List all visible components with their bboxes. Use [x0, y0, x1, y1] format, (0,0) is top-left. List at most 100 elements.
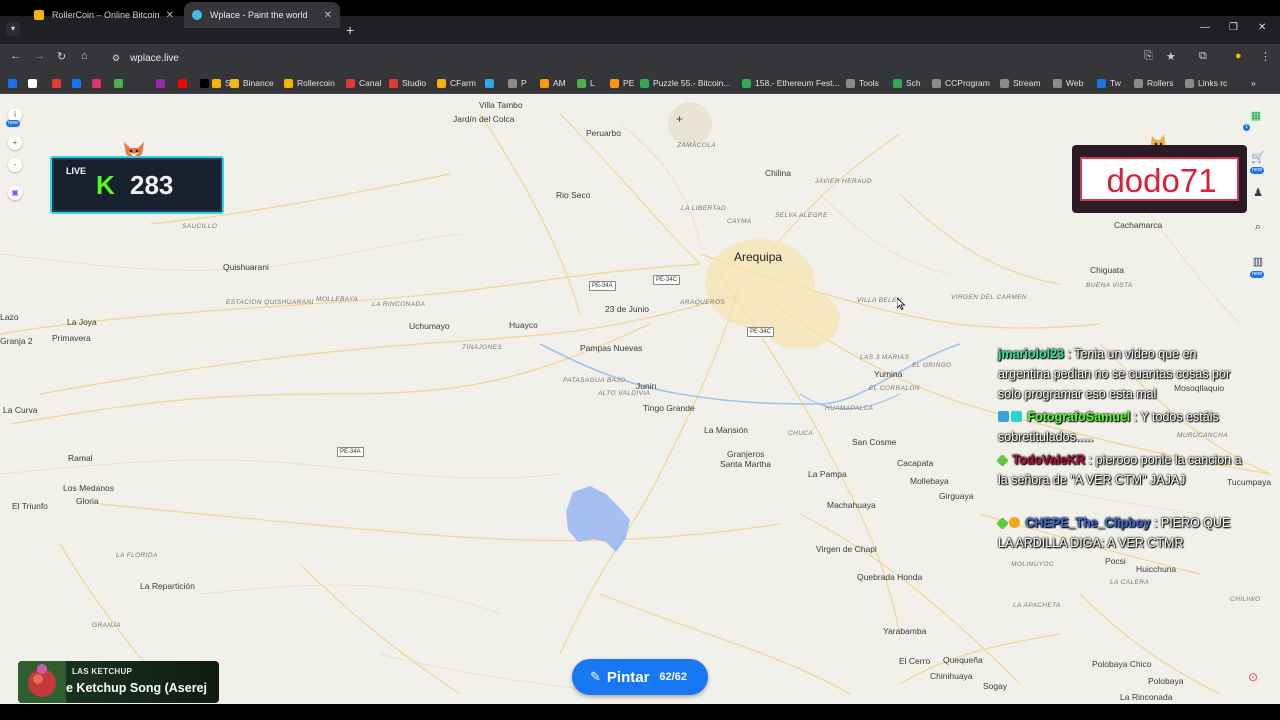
bookmark-item[interactable]: Tw	[1097, 75, 1121, 91]
bookmark-item[interactable]: Binance	[230, 75, 274, 91]
extensions-icon[interactable]: ⧉	[1199, 50, 1207, 63]
bookmark-item[interactable]: Sch	[893, 75, 921, 91]
bookmark-item[interactable]	[178, 75, 191, 91]
place-label: Gloria	[76, 496, 99, 506]
place-label: Polobaya	[1148, 676, 1184, 686]
forward-icon[interactable]: →	[34, 50, 45, 62]
bookmark-item[interactable]: Puzzle 55.- Bitcoin...	[640, 75, 730, 91]
tab-search-icon[interactable]: ▾	[6, 22, 20, 36]
site-info-icon[interactable]: ⚙	[112, 53, 120, 64]
address-bar[interactable]: ⚙ wplace.live	[104, 48, 1188, 68]
viewer-count: 283	[130, 170, 174, 200]
place-label: 23 de Junio	[605, 304, 649, 314]
twitch-icon[interactable]: ▣	[8, 186, 22, 200]
bookmark-item[interactable]: P	[508, 75, 527, 91]
bookmark-item[interactable]: AM	[540, 75, 566, 91]
tab-wplace[interactable]: Wplace - Paint the world ✕	[184, 2, 340, 28]
bookmark-favicon-icon	[8, 78, 17, 88]
place-label: Huicchuna	[1136, 564, 1177, 574]
place-label: Girguaya	[939, 491, 974, 501]
place-label: Rio Seco	[556, 190, 591, 200]
place-label: TINAJONES	[462, 344, 503, 351]
bookmark-item[interactable]: S	[212, 75, 231, 91]
bookmark-favicon-icon	[389, 78, 398, 88]
place-label: Tingo Grande	[643, 403, 695, 413]
place-label: LA RINCONADA	[372, 301, 426, 308]
chat-badge-icon	[998, 411, 1009, 422]
place-label: JAVIER HERAUD	[815, 178, 872, 185]
bookmark-favicon-icon	[742, 78, 751, 88]
bookmark-item[interactable]: Studio	[389, 75, 426, 91]
bookmark-item[interactable]: L	[577, 75, 595, 91]
shop-cart-icon[interactable]: 🛒	[1250, 150, 1266, 166]
bookmark-label: Puzzle 55.- Bitcoin...	[653, 78, 731, 88]
tab-rollercoin[interactable]: RollerCoin – Online Bitcoin Mining ✕	[26, 2, 182, 28]
chat-username: jmariolol23	[998, 347, 1064, 361]
profile-icon[interactable]: ●	[1235, 50, 1242, 62]
place-label: LA APACHETA	[1013, 602, 1061, 609]
bookmark-item[interactable]: Rollers	[1134, 75, 1173, 91]
bookmark-item[interactable]: Canal	[346, 75, 381, 91]
bookmark-label: CFarm	[450, 78, 476, 88]
crosshair-icon: +	[676, 112, 684, 126]
paint-button[interactable]: ✎ Pintar 62/62	[572, 659, 708, 695]
place-label: Cacapata	[897, 458, 934, 468]
zoom-in-button[interactable]: +	[8, 136, 22, 150]
place-label: Chiguata	[1090, 265, 1125, 275]
maximize-button[interactable]: ❐	[1229, 22, 1238, 33]
close-window-button[interactable]: ✕	[1258, 22, 1266, 33]
place-label: VILLA BELEN	[857, 297, 902, 304]
bookmark-item[interactable]: CCProgram	[932, 75, 990, 91]
bookmark-item[interactable]: Stream	[1000, 75, 1040, 91]
bookmark-label: Links rc	[1198, 78, 1228, 88]
chat-username: TodoValeKR	[1012, 453, 1086, 467]
back-icon[interactable]: ←	[10, 50, 21, 62]
bookmark-item[interactable]	[485, 75, 498, 91]
place-label: Lazo	[0, 312, 19, 322]
bookmark-item[interactable]: CFarm	[437, 75, 476, 91]
install-app-icon[interactable]: ⎘	[1144, 50, 1153, 63]
bookmark-favicon-icon	[156, 78, 165, 88]
now-playing-widget: LAS KETCHUP e Ketchup Song (Aserej	[18, 661, 219, 703]
close-icon[interactable]: ✕	[166, 10, 174, 21]
streamer-name: dodo71	[1106, 162, 1217, 199]
new-tab-button[interactable]: +	[346, 22, 354, 38]
leaderboard-icon[interactable]: ♟	[1250, 185, 1266, 201]
bookmark-star-icon[interactable]: ★	[1166, 50, 1176, 63]
place-label: La Repartición	[140, 581, 195, 591]
locate-icon[interactable]: ⊙	[1243, 667, 1263, 687]
bookmark-favicon-icon	[932, 78, 941, 88]
bookmark-item[interactable]: Rollercoin	[284, 75, 335, 91]
bookmark-item[interactable]: Tools	[846, 75, 879, 91]
minimize-button[interactable]: —	[1200, 22, 1210, 33]
bookmark-item[interactable]	[28, 75, 41, 91]
place-label: Chinihuaya	[930, 671, 973, 681]
home-icon[interactable]: ⌂	[81, 50, 88, 62]
bookmark-item[interactable]	[52, 75, 65, 91]
bookmark-item[interactable]: Web	[1053, 75, 1083, 91]
bookmark-item[interactable]	[92, 75, 105, 91]
zoom-out-button[interactable]: -	[8, 158, 22, 172]
bookmark-favicon-icon	[437, 78, 446, 88]
bookmark-item[interactable]	[72, 75, 85, 91]
bookmark-label: Stream	[1013, 78, 1041, 88]
bookmark-item[interactable]: Links rc	[1185, 75, 1227, 91]
stats-chart-icon[interactable]: ▥	[1250, 254, 1266, 270]
reload-icon[interactable]: ↻	[57, 50, 66, 63]
place-label: Pampas Nuevas	[580, 343, 643, 353]
kick-logo-icon: K	[96, 170, 115, 200]
close-icon[interactable]: ✕	[324, 10, 332, 21]
place-label: Ramal	[68, 453, 93, 463]
bookmark-item[interactable]: 158.- Ethereum Fest...	[742, 75, 840, 91]
bookmark-item[interactable]	[8, 75, 21, 91]
bookmark-label: Tools	[859, 78, 879, 88]
menu-icon[interactable]: ⋮	[1260, 50, 1271, 63]
new-badge: new	[1250, 167, 1265, 174]
search-location-icon[interactable]: ⌕	[1250, 219, 1266, 235]
bookmark-item[interactable]	[114, 75, 127, 91]
bookmark-item[interactable]	[156, 75, 169, 91]
bookmark-item[interactable]: PE	[610, 75, 634, 91]
bookmark-favicon-icon	[346, 78, 355, 88]
rollercoin-favicon-icon	[34, 10, 44, 20]
more-bookmarks-icon[interactable]: »	[1251, 75, 1256, 91]
